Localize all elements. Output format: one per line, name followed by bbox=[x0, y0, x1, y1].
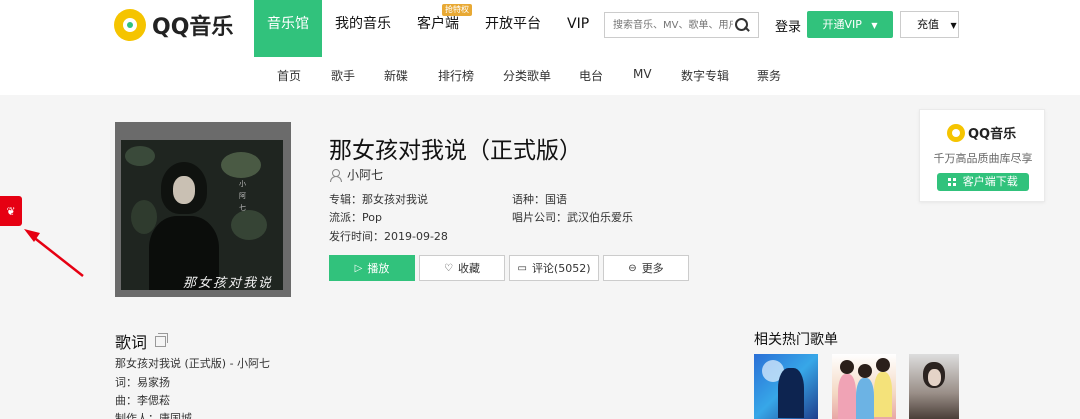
subnav-singers[interactable]: 歌手 bbox=[331, 67, 355, 84]
subnav-playlists[interactable]: 分类歌单 bbox=[503, 67, 551, 84]
nav-my-music[interactable]: 我的音乐 bbox=[322, 0, 404, 57]
person-face bbox=[928, 369, 941, 386]
heart-icon: ❦ bbox=[6, 204, 16, 218]
album-cover[interactable]: 小阿七 那女孩对我说 bbox=[115, 122, 291, 297]
song-title: 那女孩对我说（正式版） bbox=[329, 138, 582, 164]
album-info[interactable]: 专辑：那女孩对我说 bbox=[329, 191, 428, 207]
privilege-badge: 抢特权 bbox=[442, 4, 472, 16]
favorite-button[interactable]: ♡ 收藏 bbox=[419, 255, 505, 281]
lyrics-title: 歌词 bbox=[115, 333, 148, 352]
lyric-line: 曲：李偲菘 bbox=[115, 394, 170, 407]
person-body bbox=[856, 378, 874, 419]
user-icon bbox=[329, 168, 342, 182]
leaf-shape bbox=[221, 152, 261, 178]
client-promo-card: QQ音乐 千万高品质曲库尽享 客户端下载 bbox=[919, 109, 1045, 202]
person-body bbox=[874, 372, 892, 417]
singer-name[interactable]: 小阿七 bbox=[347, 166, 383, 183]
logo-text: QQ音乐 bbox=[152, 15, 234, 40]
promo-slogan: 千万高品质曲库尽享 bbox=[933, 152, 1033, 165]
top-header: QQ音乐 音乐馆 我的音乐 客户端 抢特权 开放平台 VIP 登录 开通VIP … bbox=[0, 0, 1080, 57]
singer-row[interactable]: 小阿七 bbox=[329, 166, 383, 183]
promo-logo: QQ音乐 bbox=[947, 123, 1016, 142]
recharge-button[interactable]: 充值 ▼ bbox=[900, 11, 959, 38]
person-body bbox=[838, 374, 856, 419]
nav-vip[interactable]: VIP bbox=[554, 0, 602, 57]
nav-client[interactable]: 客户端 抢特权 bbox=[404, 0, 472, 57]
lyric-line: 那女孩对我说 (正式版) - 小阿七 bbox=[115, 357, 271, 370]
more-button[interactable]: ⊖ 更多 bbox=[603, 255, 689, 281]
person-head bbox=[840, 360, 854, 374]
recharge-label: 充值 bbox=[917, 18, 939, 31]
copy-icon[interactable] bbox=[155, 332, 169, 347]
search-box bbox=[604, 12, 759, 38]
language-info: 语种：国语 bbox=[512, 193, 567, 206]
playlist-thumbnail[interactable] bbox=[909, 354, 959, 419]
comments-button[interactable]: ▭ 评论(5052) bbox=[509, 255, 599, 281]
play-button[interactable]: ▷ 播放 bbox=[329, 255, 415, 281]
promo-name: QQ音乐 bbox=[968, 127, 1017, 142]
subnav-new-albums[interactable]: 新碟 bbox=[384, 67, 408, 84]
search-icon[interactable] bbox=[733, 16, 751, 34]
release-date-info: 发行时间：2019-09-28 bbox=[329, 230, 448, 243]
lyric-line: 制作人：唐国城 bbox=[115, 412, 192, 419]
subnav-home[interactable]: 首页 bbox=[277, 67, 301, 84]
main-nav: 音乐馆 我的音乐 客户端 抢特权 开放平台 VIP bbox=[254, 0, 602, 57]
favorite-label: 收藏 bbox=[457, 262, 480, 275]
comment-icon: ▭ bbox=[517, 262, 527, 274]
subnav-charts[interactable]: 排行榜 bbox=[438, 67, 474, 84]
windows-icon bbox=[948, 178, 957, 186]
leaf-shape bbox=[125, 146, 155, 166]
comments-label: 评论(5052) bbox=[531, 262, 591, 275]
cover-singer-text: 小阿七 bbox=[239, 180, 246, 212]
related-playlists-title: 相关热门歌单 bbox=[754, 332, 838, 348]
nav-open-platform[interactable]: 开放平台 bbox=[472, 0, 554, 57]
open-vip-button[interactable]: 开通VIP ▼ bbox=[807, 11, 893, 38]
record-label-info: 唱片公司：武汉伯乐爱乐 bbox=[512, 211, 633, 224]
search-input[interactable] bbox=[605, 13, 733, 37]
subnav-radio[interactable]: 电台 bbox=[579, 67, 603, 84]
lyrics-heading: 歌词 bbox=[115, 329, 169, 353]
cover-title-signature: 那女孩对我说 bbox=[183, 276, 274, 290]
chevron-down-icon: ▼ bbox=[950, 21, 957, 30]
subnav-mv[interactable]: MV bbox=[633, 67, 652, 81]
subnav-tickets[interactable]: 票务 bbox=[757, 67, 781, 84]
playlist-thumbnail[interactable] bbox=[832, 354, 896, 419]
qq-music-logo[interactable]: QQ音乐 bbox=[114, 9, 233, 41]
play-icon: ▷ bbox=[354, 262, 363, 274]
cover-photo: 小阿七 那女孩对我说 bbox=[121, 140, 283, 290]
lyric-line: 词：易家扬 bbox=[115, 376, 170, 389]
nav-client-label: 客户端 bbox=[417, 16, 459, 32]
figure-face bbox=[173, 176, 195, 204]
sub-nav: 首页 歌手 新碟 排行榜 分类歌单 电台 MV 数字专辑 票务 bbox=[0, 57, 1080, 95]
person-head bbox=[858, 364, 872, 378]
open-vip-label: 开通VIP bbox=[822, 18, 862, 31]
action-bar: ▷ 播放 ♡ 收藏 ▭ 评论(5052) ⊖ 更多 bbox=[329, 255, 689, 281]
more-label: 更多 bbox=[641, 262, 664, 275]
more-icon: ⊖ bbox=[628, 262, 637, 274]
client-download-button[interactable]: 客户端下载 bbox=[937, 173, 1029, 191]
feedback-side-tab[interactable]: ❦ bbox=[0, 196, 22, 226]
genre-info: 流派：Pop bbox=[329, 211, 382, 224]
login-link[interactable]: 登录 bbox=[775, 16, 801, 35]
playlist-thumbnail[interactable] bbox=[754, 354, 818, 419]
nav-music-hall[interactable]: 音乐馆 bbox=[254, 0, 322, 57]
leaf-shape bbox=[231, 210, 267, 240]
logo-icon bbox=[114, 9, 146, 41]
client-download-label: 客户端下载 bbox=[962, 175, 1018, 188]
subnav-digital-albums[interactable]: 数字专辑 bbox=[681, 67, 729, 84]
heart-icon: ♡ bbox=[444, 262, 453, 274]
chevron-down-icon: ▼ bbox=[871, 21, 878, 30]
person-head bbox=[876, 358, 890, 372]
play-label: 播放 bbox=[367, 262, 390, 275]
figure-shape bbox=[778, 368, 804, 418]
logo-icon bbox=[947, 123, 965, 142]
